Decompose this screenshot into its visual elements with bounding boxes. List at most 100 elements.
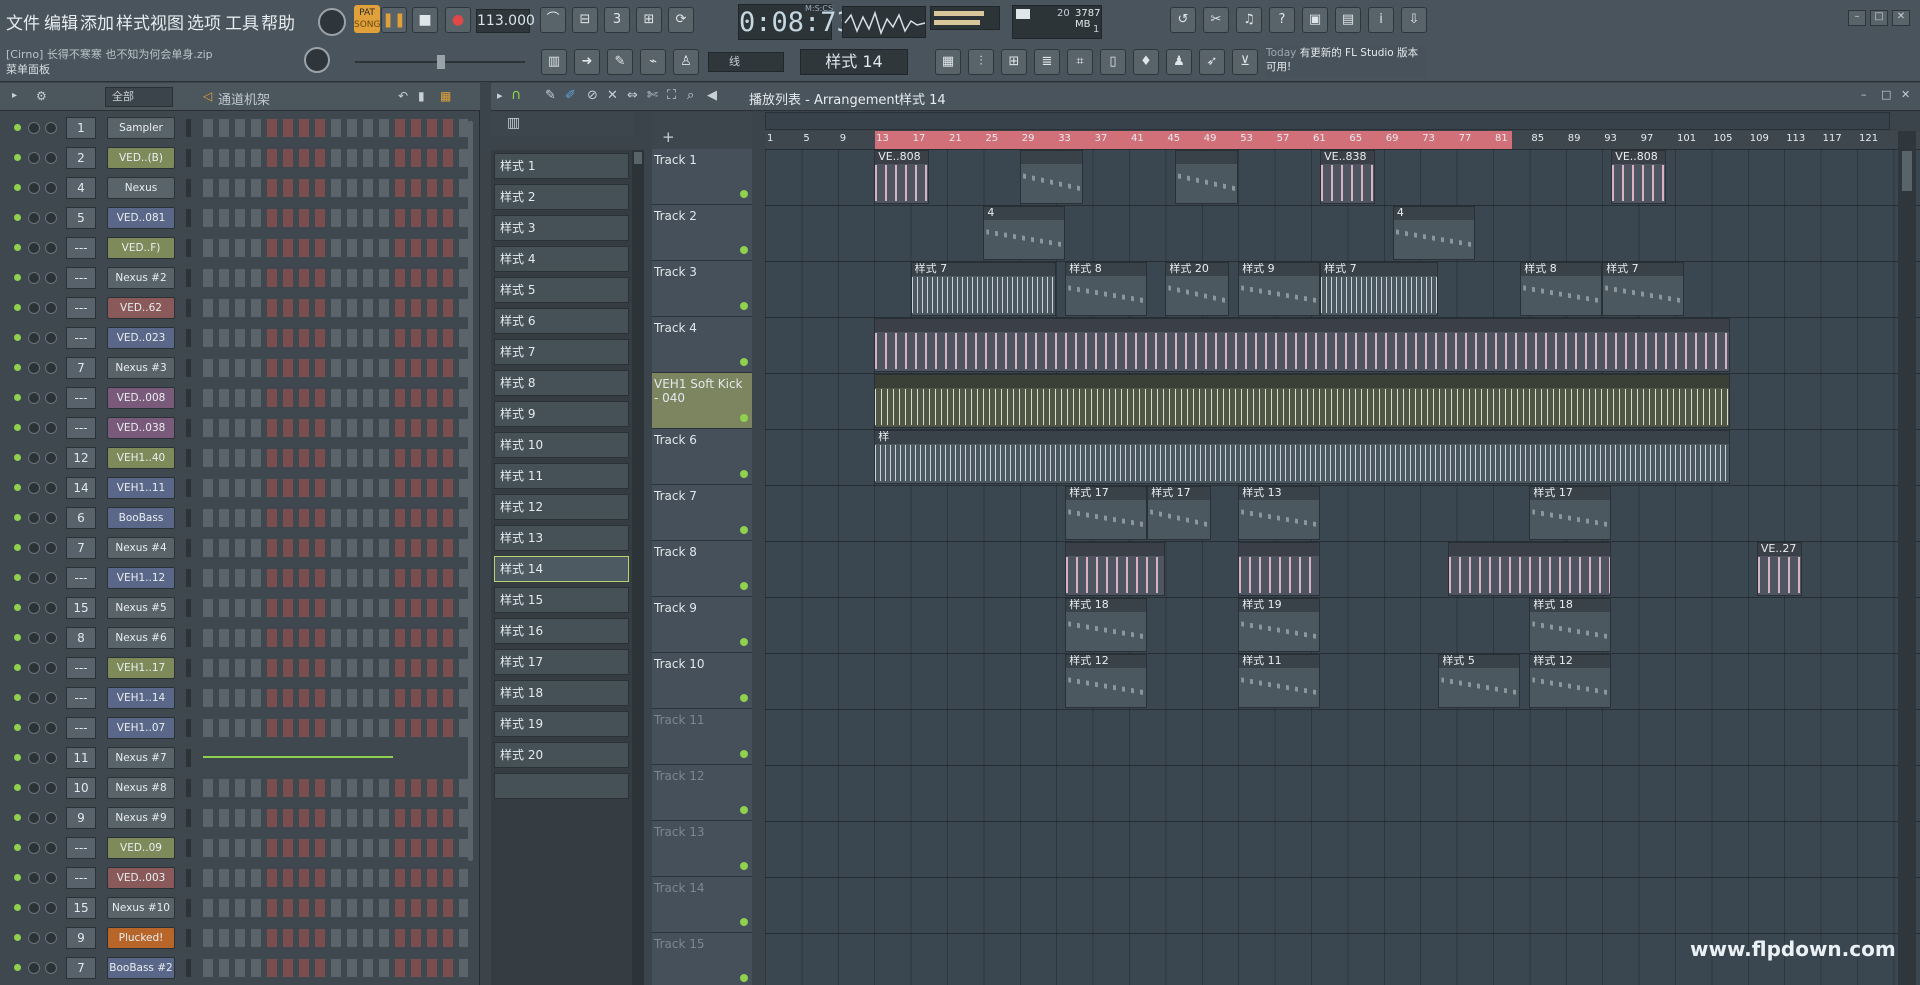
channel-name-button[interactable]: Nexus #6 bbox=[107, 627, 175, 649]
channel-select-bar[interactable] bbox=[186, 659, 191, 677]
channel-active-led[interactable] bbox=[14, 244, 21, 251]
channel-pan-knob[interactable] bbox=[45, 272, 57, 284]
track-header[interactable]: Track 2 bbox=[652, 205, 752, 261]
channel-volume-knob[interactable] bbox=[28, 872, 40, 884]
playlist-clip[interactable]: 样式 19 bbox=[1238, 598, 1321, 652]
channel-name-button[interactable]: VED..023 bbox=[107, 327, 175, 349]
step-sequencer[interactable] bbox=[203, 779, 468, 797]
track-mute-led[interactable] bbox=[740, 806, 748, 814]
channel-volume-knob[interactable] bbox=[28, 962, 40, 974]
brush-tool-icon[interactable]: ✐ bbox=[565, 88, 576, 103]
channel-select-bar[interactable] bbox=[186, 329, 191, 347]
channel-active-led[interactable] bbox=[14, 154, 21, 161]
playlist-clip[interactable]: 样式 17 bbox=[1147, 486, 1211, 540]
playlist-clip[interactable] bbox=[1174, 150, 1239, 204]
channel-row[interactable]: 9 Plucked! bbox=[8, 926, 476, 950]
channel-row[interactable]: --- VED..62 bbox=[8, 296, 476, 320]
channel-pan-knob[interactable] bbox=[45, 962, 57, 974]
channel-select-bar[interactable] bbox=[186, 929, 191, 947]
channel-pan-knob[interactable] bbox=[45, 572, 57, 584]
channel-row[interactable]: --- Nexus #2 bbox=[8, 266, 476, 290]
channel-mixer-track[interactable]: --- bbox=[66, 657, 96, 679]
pattern-item[interactable]: 样式 1 bbox=[494, 153, 629, 179]
loop-range[interactable] bbox=[875, 131, 1512, 149]
channel-active-led[interactable] bbox=[14, 694, 21, 701]
track-header[interactable]: Track 9 bbox=[652, 597, 752, 653]
channel-select-bar[interactable] bbox=[186, 779, 191, 797]
channel-name-button[interactable]: VED..F) bbox=[107, 237, 175, 259]
save-icon[interactable]: ▣ bbox=[1302, 7, 1328, 33]
channel-pan-knob[interactable] bbox=[45, 482, 57, 494]
channel-select-bar[interactable] bbox=[186, 269, 191, 287]
channel-active-led[interactable] bbox=[14, 814, 21, 821]
step-sequencer[interactable] bbox=[203, 269, 468, 287]
channel-select-bar[interactable] bbox=[186, 389, 191, 407]
channel-select-bar[interactable] bbox=[186, 599, 191, 617]
step-sequencer[interactable] bbox=[203, 659, 468, 677]
channel-select-bar[interactable] bbox=[186, 899, 191, 917]
menu-item-0[interactable]: 文件 bbox=[6, 9, 40, 34]
channel-active-led[interactable] bbox=[14, 364, 21, 371]
channel-volume-knob[interactable] bbox=[28, 542, 40, 554]
channel-active-led[interactable] bbox=[14, 964, 21, 971]
channel-row[interactable]: --- VEH1..14 bbox=[8, 686, 476, 710]
step-sequencer[interactable] bbox=[203, 689, 468, 707]
track-mute-led[interactable] bbox=[740, 358, 748, 366]
channel-row[interactable]: --- VED..09 bbox=[8, 836, 476, 860]
rack-arrow-icon[interactable]: ▸ bbox=[12, 90, 17, 101]
track-mute-led[interactable] bbox=[740, 582, 748, 590]
channel-name-button[interactable]: VEH1..40 bbox=[107, 447, 175, 469]
channel-select-bar[interactable] bbox=[186, 119, 191, 137]
channel-name-button[interactable]: BooBass #2 bbox=[107, 957, 175, 979]
pattern-item[interactable]: 样式 17 bbox=[494, 649, 629, 675]
channel-select-bar[interactable] bbox=[186, 629, 191, 647]
playlist-clip[interactable]: 样式 7 bbox=[910, 262, 1057, 316]
step-edit-icon[interactable]: ⊞ bbox=[636, 7, 662, 33]
channel-select-bar[interactable] bbox=[186, 809, 191, 827]
channel-name-button[interactable]: Nexus #7 bbox=[107, 747, 175, 769]
pattern-item[interactable]: 样式 18 bbox=[494, 680, 629, 706]
step-sequencer[interactable] bbox=[203, 149, 468, 167]
channel-mixer-track[interactable]: --- bbox=[66, 567, 96, 589]
channel-mixer-track[interactable]: 7 bbox=[66, 357, 96, 379]
cut-icon[interactable]: ✂ bbox=[1203, 7, 1229, 33]
plugin-icon[interactable]: ⌗ bbox=[1067, 49, 1093, 75]
channel-name-button[interactable]: VED..008 bbox=[107, 387, 175, 409]
bulb-icon[interactable]: ♦ bbox=[1133, 49, 1159, 75]
channel-row[interactable]: --- VED..008 bbox=[8, 386, 476, 410]
channel-volume-knob[interactable] bbox=[28, 152, 40, 164]
channel-select-bar[interactable] bbox=[186, 359, 191, 377]
step-sequencer[interactable] bbox=[203, 899, 468, 917]
channel-select-bar[interactable] bbox=[186, 689, 191, 707]
step-sequencer[interactable] bbox=[203, 419, 468, 437]
channel-pan-knob[interactable] bbox=[45, 842, 57, 854]
channel-mixer-track[interactable]: --- bbox=[66, 717, 96, 739]
metronome-icon[interactable]: ⌒ bbox=[540, 7, 566, 33]
pattern-selector[interactable]: 样式 14 bbox=[800, 49, 908, 75]
channel-volume-knob[interactable] bbox=[28, 182, 40, 194]
channel-pan-knob[interactable] bbox=[45, 122, 57, 134]
step-sequencer[interactable] bbox=[203, 719, 468, 737]
channel-select-bar[interactable] bbox=[186, 179, 191, 197]
track-mute-led[interactable] bbox=[740, 470, 748, 478]
menu-item-7[interactable]: 帮助 bbox=[261, 9, 295, 34]
pattern-item[interactable] bbox=[494, 773, 629, 799]
channel-volume-knob[interactable] bbox=[28, 692, 40, 704]
track-mute-led[interactable] bbox=[740, 862, 748, 870]
track-header[interactable]: Track 3 bbox=[652, 261, 752, 317]
rack-gear-icon[interactable]: ⚙ bbox=[36, 89, 47, 103]
channel-volume-knob[interactable] bbox=[28, 632, 40, 644]
channel-active-led[interactable] bbox=[14, 934, 21, 941]
channel-volume-knob[interactable] bbox=[28, 122, 40, 134]
channel-row[interactable]: --- VED..F) bbox=[8, 236, 476, 260]
file-icon[interactable]: ▯ bbox=[1100, 49, 1126, 75]
channel-mixer-track[interactable]: 5 bbox=[66, 207, 96, 229]
channel-name-button[interactable]: Nexus bbox=[107, 177, 175, 199]
track-header[interactable]: Track 7 bbox=[652, 485, 752, 541]
playlist-clip[interactable]: 样式 7 bbox=[1320, 262, 1439, 316]
pattern-item[interactable]: 样式 6 bbox=[494, 308, 629, 334]
channel-select-bar[interactable] bbox=[186, 479, 191, 497]
channel-select-bar[interactable] bbox=[186, 869, 191, 887]
channel-pan-knob[interactable] bbox=[45, 182, 57, 194]
channel-volume-knob[interactable] bbox=[28, 482, 40, 494]
